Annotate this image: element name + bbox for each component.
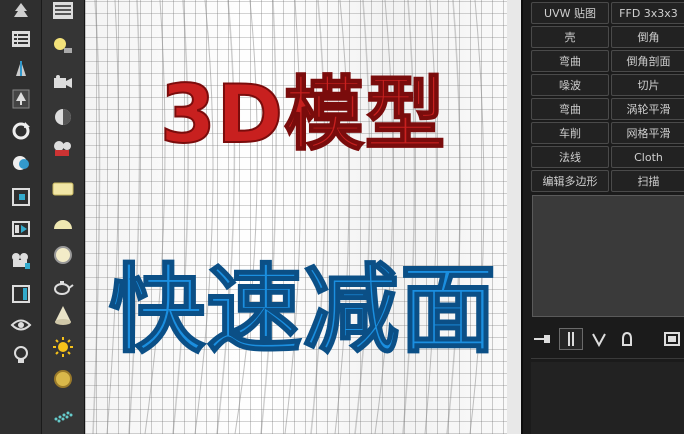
modifier-button[interactable]: 切片 [611, 74, 684, 96]
render-frame-icon[interactable] [51, 0, 75, 22]
modifier-button[interactable]: 倒角剖面 [611, 50, 684, 72]
left-toolbar [0, 0, 42, 434]
stack-controls [531, 327, 684, 351]
slide-icon[interactable] [9, 218, 33, 240]
modifier-button[interactable]: 噪波 [531, 74, 609, 96]
show-end-result-icon[interactable] [559, 328, 583, 350]
eye-icon[interactable] [9, 314, 33, 336]
half-sphere-icon[interactable] [51, 106, 75, 128]
plane-icon[interactable] [51, 178, 75, 200]
modifier-button[interactable]: 倒角 [611, 26, 684, 48]
configure-sets-icon[interactable] [661, 328, 684, 350]
modifier-button[interactable]: 弯曲 [531, 98, 609, 120]
modifier-button[interactable]: UVW 贴图 [531, 2, 609, 24]
modifier-stack-list[interactable] [532, 195, 684, 317]
sphere-gold-icon[interactable] [51, 368, 75, 390]
command-panel: UVW 贴图 FFD 3x3x3 壳 倒角 弯曲 倒角剖面 噪波 切片 弯曲 涡… [521, 0, 684, 434]
modifier-button[interactable]: 编辑多边形 [531, 170, 609, 192]
dome-icon[interactable] [51, 212, 75, 234]
rotate-icon[interactable] [9, 120, 33, 142]
light-bulb-icon[interactable] [51, 34, 75, 56]
modifier-button[interactable]: 网格平滑 [611, 122, 684, 144]
lightbulb-icon[interactable] [9, 344, 33, 366]
panel-divider [531, 358, 684, 359]
list-panel-icon[interactable] [9, 28, 33, 50]
modifier-button[interactable]: FFD 3x3x3 [611, 2, 684, 24]
camera-group-icon[interactable] [9, 250, 33, 272]
modifier-parameters [531, 362, 684, 434]
sphere-icon[interactable] [51, 244, 75, 266]
overlay-title: 3D模型 [159, 67, 447, 162]
cone-icon[interactable] [51, 304, 75, 326]
modifier-button[interactable]: 车削 [531, 122, 609, 144]
modifier-button[interactable]: 法线 [531, 146, 609, 168]
remove-modifier-icon[interactable] [615, 328, 639, 350]
viewport[interactable]: 3D模型 快速减面 [85, 0, 521, 434]
object-color-icon[interactable] [9, 152, 33, 174]
modifier-button[interactable]: 弯曲 [531, 50, 609, 72]
modifier-button[interactable]: Cloth [611, 146, 684, 168]
particles-icon[interactable] [51, 404, 75, 426]
create-toolbar [42, 0, 85, 434]
make-unique-icon[interactable] [587, 328, 611, 350]
modifier-button[interactable]: 涡轮平滑 [611, 98, 684, 120]
terrain-icon[interactable] [9, 58, 33, 80]
modifier-button[interactable]: 扫描 [611, 170, 684, 192]
tree-small-icon[interactable] [9, 88, 33, 110]
modifier-button[interactable]: 壳 [531, 26, 609, 48]
camera-icon[interactable] [51, 72, 75, 94]
modifier-buttons: UVW 贴图 FFD 3x3x3 壳 倒角 弯曲 倒角剖面 噪波 切片 弯曲 涡… [531, 2, 684, 192]
sun-icon[interactable] [51, 336, 75, 358]
render-camera-icon[interactable] [51, 138, 75, 160]
frame-icon[interactable] [9, 186, 33, 208]
window-icon[interactable] [9, 283, 33, 305]
tree-icon[interactable] [9, 0, 33, 22]
teapot-icon[interactable] [51, 276, 75, 298]
overlay-subtitle: 快速减面 [108, 253, 497, 367]
pin-stack-icon[interactable] [531, 328, 555, 350]
